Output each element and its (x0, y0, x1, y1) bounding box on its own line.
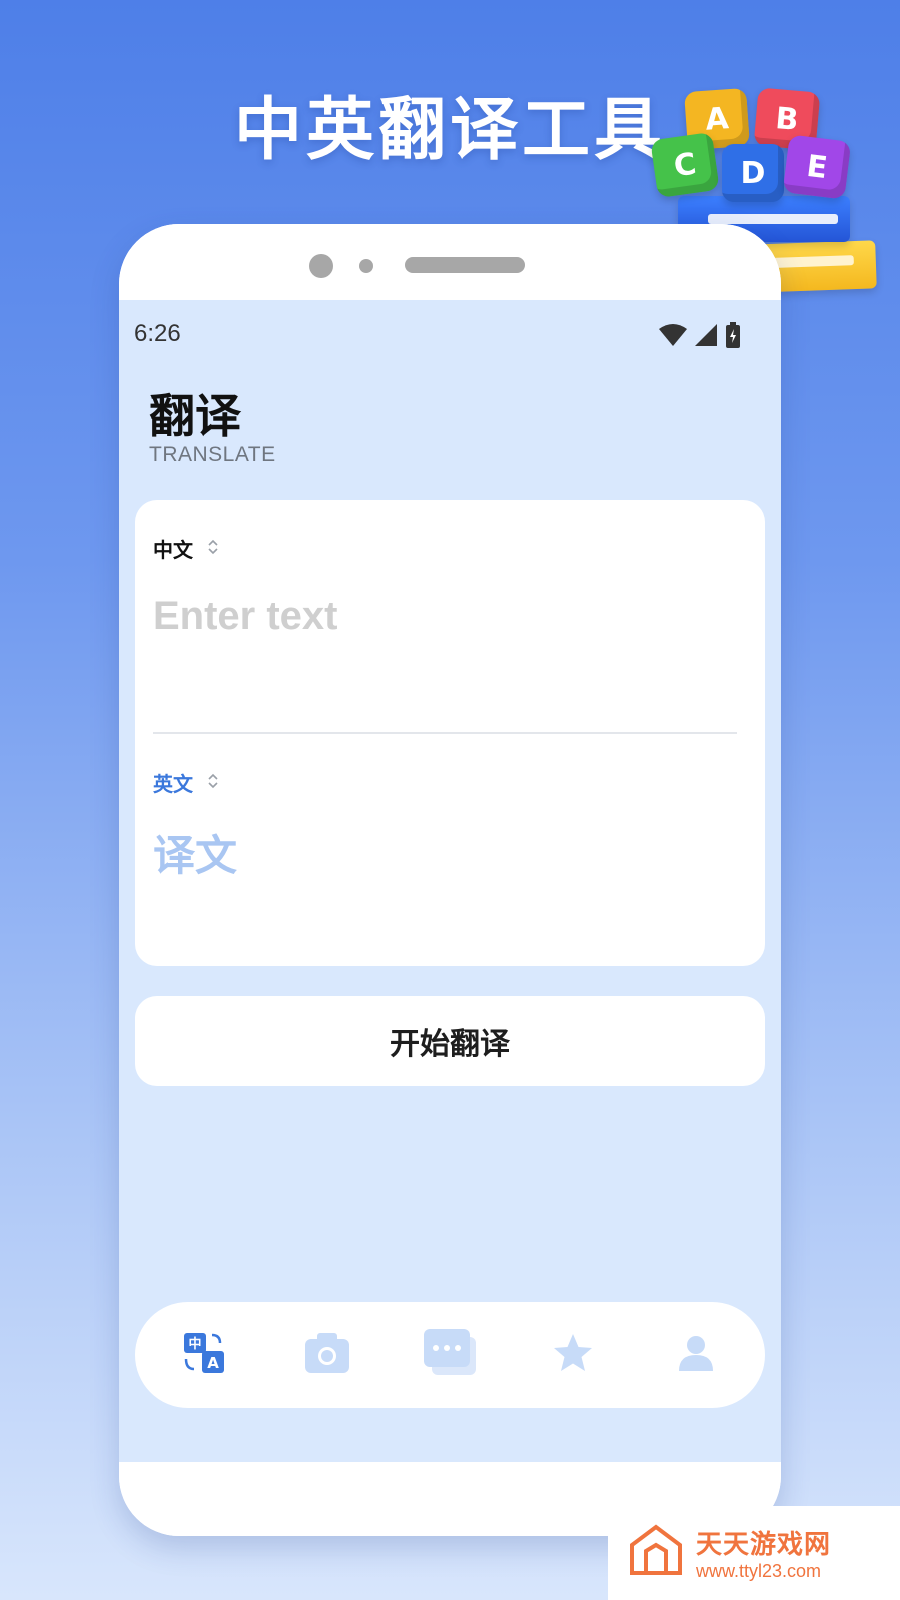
house-logo-icon (628, 1523, 684, 1583)
phone-top-bezel (119, 224, 781, 300)
watermark-url: www.ttyl23.com (696, 1561, 822, 1581)
translation-result: 译文 (153, 831, 238, 880)
svg-text:A: A (208, 1354, 220, 1372)
letter-block-e: E (782, 134, 852, 200)
source-language-label: 中文 (153, 538, 193, 562)
wifi-icon (659, 324, 687, 350)
page-title: 翻译 (149, 389, 241, 443)
status-icons (659, 322, 741, 352)
chat-icon (422, 1327, 478, 1383)
translate-icon: 中 A (182, 1331, 226, 1379)
sensor (359, 259, 373, 273)
front-camera (309, 254, 333, 278)
watermark-site-name: 天天游戏网 (696, 1530, 832, 1560)
source-text-input[interactable] (153, 594, 743, 714)
user-icon (676, 1333, 716, 1377)
site-watermark: 天天游戏网 www.ttyl23.com (608, 1506, 900, 1600)
nav-item-camera[interactable] (292, 1320, 362, 1390)
target-language-label: 英文 (153, 772, 193, 796)
app-screen: 6:26 翻译 TRANSLATE 中文 Enter text 英文 译文 开始… (119, 300, 781, 1462)
nav-item-profile[interactable] (661, 1320, 731, 1390)
target-language-selector[interactable]: 英文 (153, 768, 219, 797)
nav-item-favorites[interactable] (538, 1320, 608, 1390)
svg-text:中: 中 (189, 1336, 202, 1352)
signal-icon (695, 324, 717, 350)
status-time: 6:26 (134, 320, 181, 347)
earpiece-speaker (405, 257, 525, 273)
source-language-selector[interactable]: 中文 (153, 534, 219, 563)
chevron-up-down-icon (207, 772, 219, 794)
bottom-navigation: 中 A (135, 1302, 765, 1408)
star-icon (551, 1331, 595, 1379)
start-translate-button[interactable]: 开始翻译 (135, 996, 765, 1086)
phone-frame: 6:26 翻译 TRANSLATE 中文 Enter text 英文 译文 开始… (119, 224, 781, 1536)
letter-block-c: C (650, 131, 720, 199)
letter-block-d: D (722, 144, 784, 202)
nav-item-chat[interactable] (415, 1320, 485, 1390)
translation-card: 中文 英文 译文 (135, 500, 765, 966)
card-divider (153, 732, 737, 734)
battery-icon (725, 322, 741, 352)
chevron-up-down-icon (207, 538, 219, 560)
nav-item-translate[interactable]: 中 A (169, 1320, 239, 1390)
camera-icon (303, 1331, 351, 1379)
page-subtitle: TRANSLATE (149, 443, 276, 466)
